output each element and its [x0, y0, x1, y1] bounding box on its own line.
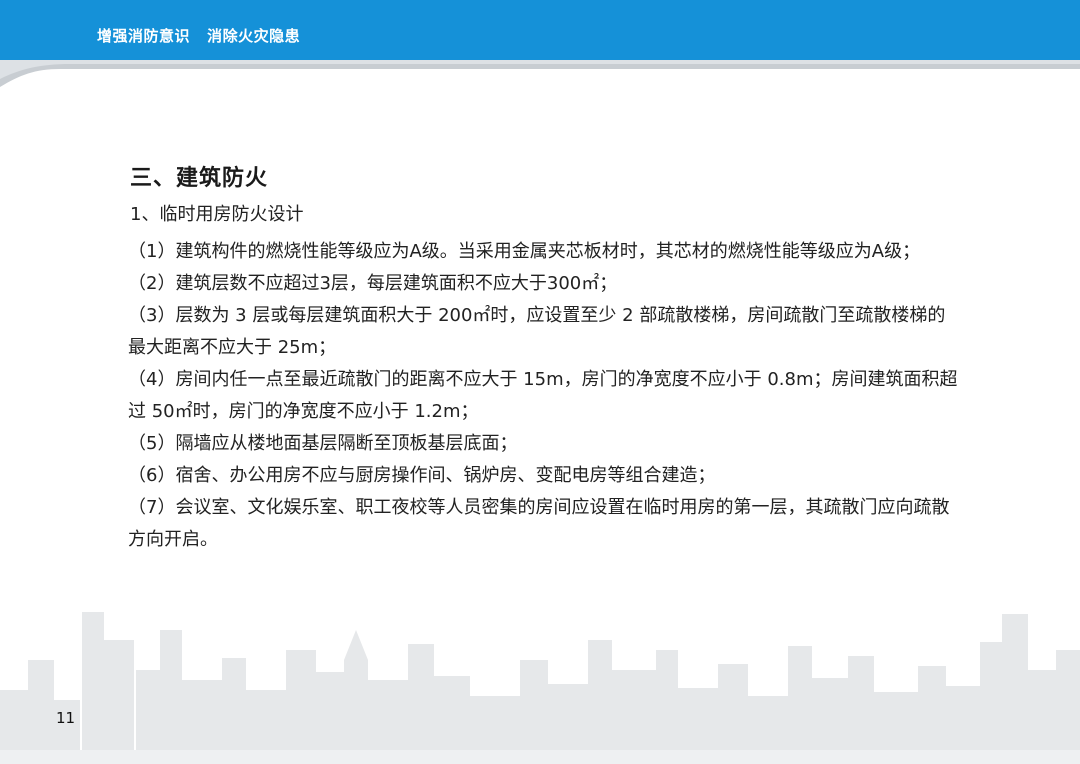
list-item: （6）宿舍、办公用房不应与厨房操作间、锅炉房、变配电房等组合建造；	[128, 465, 716, 486]
city-skyline-decoration	[0, 612, 1080, 764]
header-swoosh-decoration	[0, 60, 1080, 87]
list-item: （4）房间内任一点至最近疏散门的距离不应大于 15m，房门的净宽度不应小于 0.…	[128, 369, 958, 422]
list-item: （1）建筑构件的燃烧性能等级应为A级。当采用金属夹芯板材时，其芯材的燃烧性能等级…	[128, 241, 921, 262]
section-heading: 三、建筑防火	[130, 166, 269, 191]
header-slogan: 增强消防意识 消除火灾隐患	[97, 27, 301, 45]
list-item: （5）隔墙应从楼地面基层隔断至顶板基层底面；	[128, 433, 518, 454]
list-item: （3）层数为 3 层或每层建筑面积大于 200㎡时，应设置至少 2 部疏散楼梯，…	[128, 305, 946, 358]
subsection-heading: 1、临时用房防火设计	[130, 204, 304, 225]
header-bar: 增强消防意识 消除火灾隐患	[0, 0, 1080, 60]
main-content: 三、建筑防火 1、临时用房防火设计 （1）建筑构件的燃烧性能等级应为A级。当采用…	[128, 160, 958, 556]
page-number: 11	[56, 709, 76, 727]
list-item: （2）建筑层数不应超过3层，每层建筑面积不应大于300㎡；	[128, 273, 618, 294]
list-item: （7）会议室、文化娱乐室、职工夜校等人员密集的房间应设置在临时用房的第一层，其疏…	[128, 497, 950, 550]
